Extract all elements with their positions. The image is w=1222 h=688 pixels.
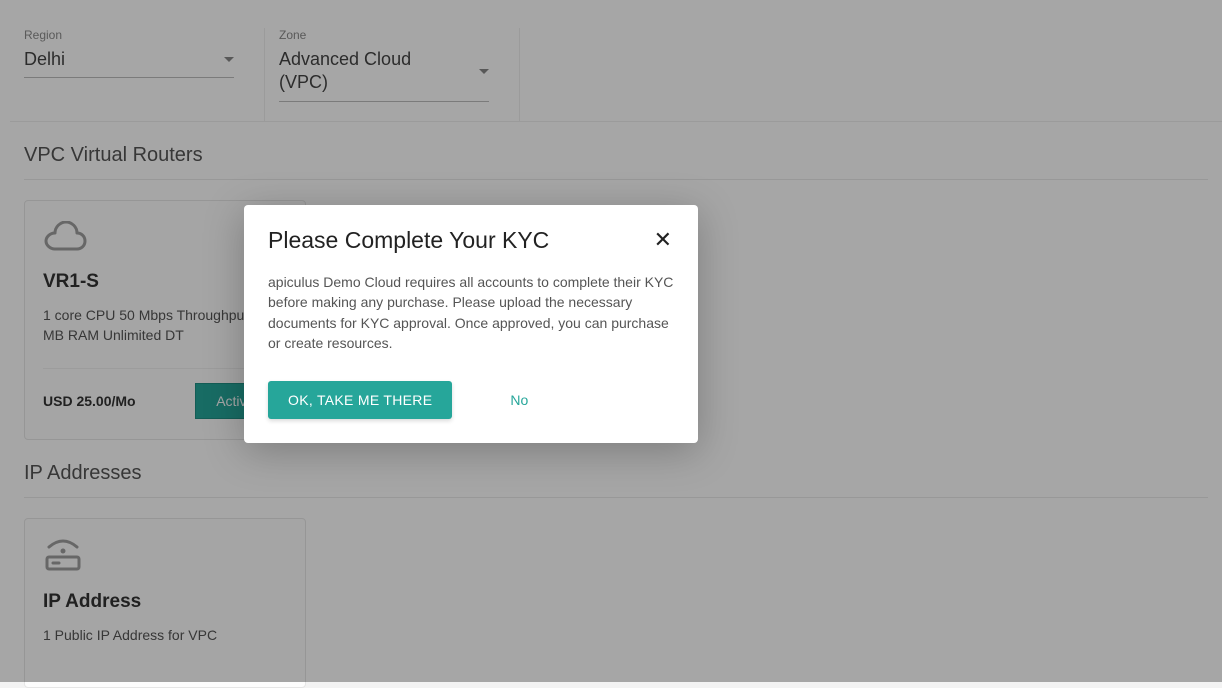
kyc-modal: Please Complete Your KYC ✕ apiculus Demo… (244, 205, 698, 443)
no-button[interactable]: No (490, 381, 548, 419)
ok-button[interactable]: OK, TAKE ME THERE (268, 381, 452, 419)
modal-actions: OK, TAKE ME THERE No (268, 381, 674, 419)
modal-title: Please Complete Your KYC (268, 227, 549, 254)
modal-header: Please Complete Your KYC ✕ (268, 227, 674, 254)
modal-body: apiculus Demo Cloud requires all account… (268, 272, 674, 353)
close-icon[interactable]: ✕ (652, 227, 674, 253)
